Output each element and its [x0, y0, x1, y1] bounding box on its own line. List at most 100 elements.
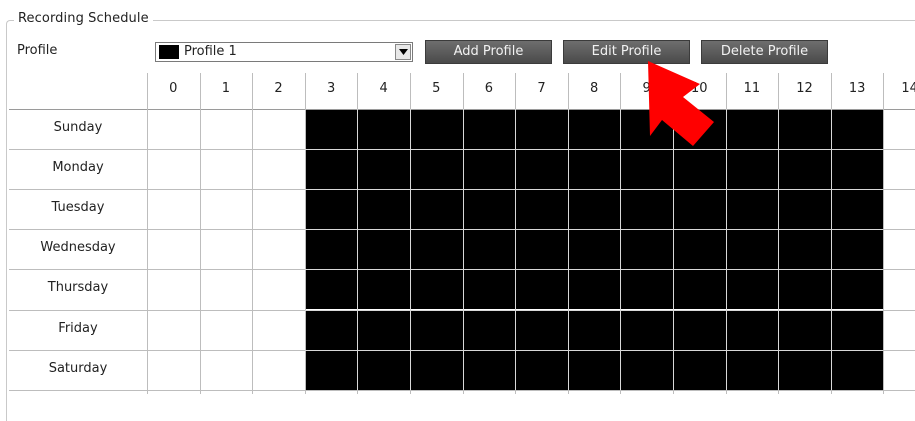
schedule-cell[interactable]	[357, 269, 410, 310]
schedule-cell[interactable]	[410, 349, 463, 390]
day-label[interactable]: Thursday	[9, 280, 147, 295]
schedule-cell[interactable]	[147, 229, 200, 269]
schedule-cell[interactable]	[304, 349, 358, 390]
schedule-cell[interactable]	[515, 349, 568, 390]
hour-header[interactable]: 4	[357, 81, 410, 101]
schedule-cell[interactable]	[410, 269, 463, 310]
schedule-cell[interactable]	[304, 109, 358, 150]
schedule-cell[interactable]	[147, 310, 200, 350]
schedule-cell[interactable]	[462, 229, 516, 270]
chevron-down-icon[interactable]	[395, 44, 411, 60]
day-label[interactable]: Tuesday	[9, 200, 147, 215]
schedule-cell[interactable]	[252, 310, 305, 350]
schedule-cell[interactable]	[620, 309, 673, 350]
schedule-cell[interactable]	[778, 109, 831, 150]
schedule-cell[interactable]	[357, 109, 410, 150]
schedule-cell[interactable]	[147, 269, 200, 309]
schedule-cell[interactable]	[410, 229, 463, 270]
schedule-cell[interactable]	[462, 149, 516, 190]
schedule-cell[interactable]	[147, 149, 200, 189]
schedule-cell[interactable]	[410, 149, 463, 190]
schedule-cell[interactable]	[830, 349, 884, 390]
schedule-cell[interactable]	[567, 269, 621, 310]
schedule-cell[interactable]	[252, 269, 305, 309]
schedule-cell[interactable]	[304, 189, 358, 230]
schedule-cell[interactable]	[410, 109, 463, 150]
schedule-cell[interactable]	[673, 149, 726, 190]
schedule-cell[interactable]	[567, 229, 621, 270]
schedule-cell[interactable]	[147, 350, 200, 390]
hour-header[interactable]: 8	[568, 81, 621, 101]
hour-header[interactable]: 14	[883, 81, 915, 101]
schedule-cell[interactable]	[252, 229, 305, 269]
schedule-cell[interactable]	[304, 149, 358, 190]
schedule-cell[interactable]	[620, 189, 673, 230]
schedule-cell[interactable]	[304, 229, 358, 270]
day-label[interactable]: Monday	[9, 160, 147, 175]
schedule-cell[interactable]	[357, 189, 410, 230]
hour-header[interactable]: 12	[778, 81, 831, 101]
schedule-cell[interactable]	[725, 309, 779, 350]
schedule-cell[interactable]	[200, 189, 253, 229]
schedule-cell[interactable]	[830, 189, 884, 230]
hour-header[interactable]: 7	[515, 81, 568, 101]
hour-header[interactable]: 6	[463, 81, 516, 101]
schedule-cell[interactable]	[200, 109, 253, 149]
schedule-cell[interactable]	[620, 109, 673, 150]
schedule-cell[interactable]	[620, 149, 673, 190]
schedule-cell[interactable]	[725, 349, 779, 390]
hour-header[interactable]: 11	[726, 81, 779, 101]
schedule-cell[interactable]	[778, 349, 831, 390]
schedule-cell[interactable]	[778, 309, 831, 350]
schedule-cell[interactable]	[462, 189, 516, 230]
schedule-cell[interactable]	[883, 350, 915, 390]
schedule-cell[interactable]	[883, 149, 915, 189]
hour-header[interactable]: 1	[200, 81, 253, 101]
schedule-cell[interactable]	[830, 229, 884, 270]
add-profile-button[interactable]: Add Profile	[425, 40, 552, 64]
schedule-cell[interactable]	[673, 229, 726, 270]
schedule-cell[interactable]	[725, 189, 779, 230]
schedule-cell[interactable]	[462, 349, 516, 390]
schedule-cell[interactable]	[620, 229, 673, 270]
day-label[interactable]: Friday	[9, 321, 147, 336]
schedule-cell[interactable]	[778, 269, 831, 310]
schedule-cell[interactable]	[725, 109, 779, 150]
schedule-cell[interactable]	[357, 229, 410, 270]
schedule-cell[interactable]	[200, 229, 253, 269]
schedule-cell[interactable]	[725, 269, 779, 310]
schedule-cell[interactable]	[515, 229, 568, 270]
schedule-cell[interactable]	[567, 309, 621, 350]
schedule-cell[interactable]	[357, 149, 410, 190]
schedule-cell[interactable]	[725, 149, 779, 190]
schedule-cell[interactable]	[673, 349, 726, 390]
schedule-cell[interactable]	[673, 269, 726, 310]
schedule-cell[interactable]	[515, 269, 568, 310]
schedule-cell[interactable]	[357, 349, 410, 390]
schedule-cell[interactable]	[725, 229, 779, 270]
schedule-cell[interactable]	[778, 229, 831, 270]
day-label[interactable]: Sunday	[9, 120, 147, 135]
schedule-cell[interactable]	[673, 309, 726, 350]
hour-header[interactable]: 5	[410, 81, 463, 101]
schedule-cell[interactable]	[252, 189, 305, 229]
schedule-cell[interactable]	[883, 109, 915, 149]
schedule-cell[interactable]	[883, 310, 915, 350]
schedule-cell[interactable]	[778, 189, 831, 230]
hour-header[interactable]: 0	[147, 81, 200, 101]
schedule-cell[interactable]	[673, 109, 726, 150]
schedule-cell[interactable]	[462, 309, 516, 350]
schedule-cell[interactable]	[252, 149, 305, 189]
schedule-cell[interactable]	[147, 189, 200, 229]
schedule-cell[interactable]	[200, 269, 253, 309]
hour-header[interactable]: 9	[620, 81, 673, 101]
schedule-cell[interactable]	[620, 269, 673, 310]
hour-header[interactable]: 10	[673, 81, 726, 101]
schedule-cell[interactable]	[830, 269, 884, 310]
hour-header[interactable]: 13	[831, 81, 884, 101]
schedule-cell[interactable]	[410, 189, 463, 230]
edit-profile-button[interactable]: Edit Profile	[563, 40, 690, 64]
hour-header[interactable]: 3	[305, 81, 358, 101]
schedule-cell[interactable]	[462, 269, 516, 310]
schedule-cell[interactable]	[515, 149, 568, 190]
